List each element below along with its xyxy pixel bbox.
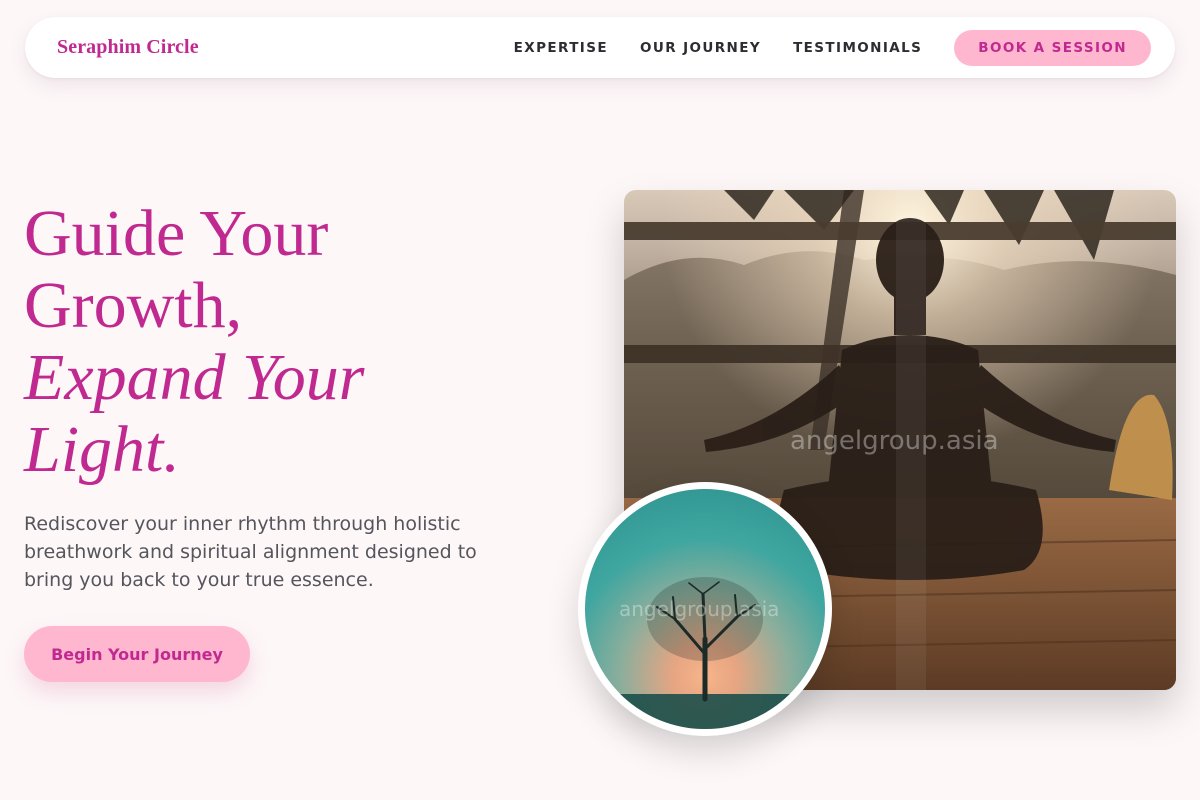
hero-title-line-2: Growth, xyxy=(24,269,243,342)
nav-link-testimonials[interactable]: TESTIMONIALS xyxy=(793,40,922,56)
hero-title-line-1: Guide Your xyxy=(24,197,329,270)
brand-logo[interactable]: Seraphim Circle xyxy=(57,36,199,59)
hero-title-line-3: Expand Your xyxy=(24,341,365,414)
top-navbar: Seraphim Circle EXPERTISE OUR JOURNEY TE… xyxy=(25,17,1175,78)
hero-title: Guide Your Growth, Expand Your Light. xyxy=(24,198,564,486)
tree-photo-image: angelgroup.asia xyxy=(585,489,825,729)
tree-photo: angelgroup.asia xyxy=(578,482,832,736)
tree-scene xyxy=(585,577,825,729)
begin-journey-button[interactable]: Begin Your Journey xyxy=(24,626,250,682)
hero-subtitle: Rediscover your inner rhythm through hol… xyxy=(24,513,477,591)
hero-title-line-4: Light. xyxy=(24,413,180,486)
book-session-button[interactable]: BOOK A SESSION xyxy=(954,29,1151,66)
nav-link-our-journey[interactable]: OUR JOURNEY xyxy=(640,40,761,56)
nav-link-expertise[interactable]: EXPERTISE xyxy=(514,40,608,56)
nav-links: EXPERTISE OUR JOURNEY TESTIMONIALS BOOK … xyxy=(514,29,1151,66)
